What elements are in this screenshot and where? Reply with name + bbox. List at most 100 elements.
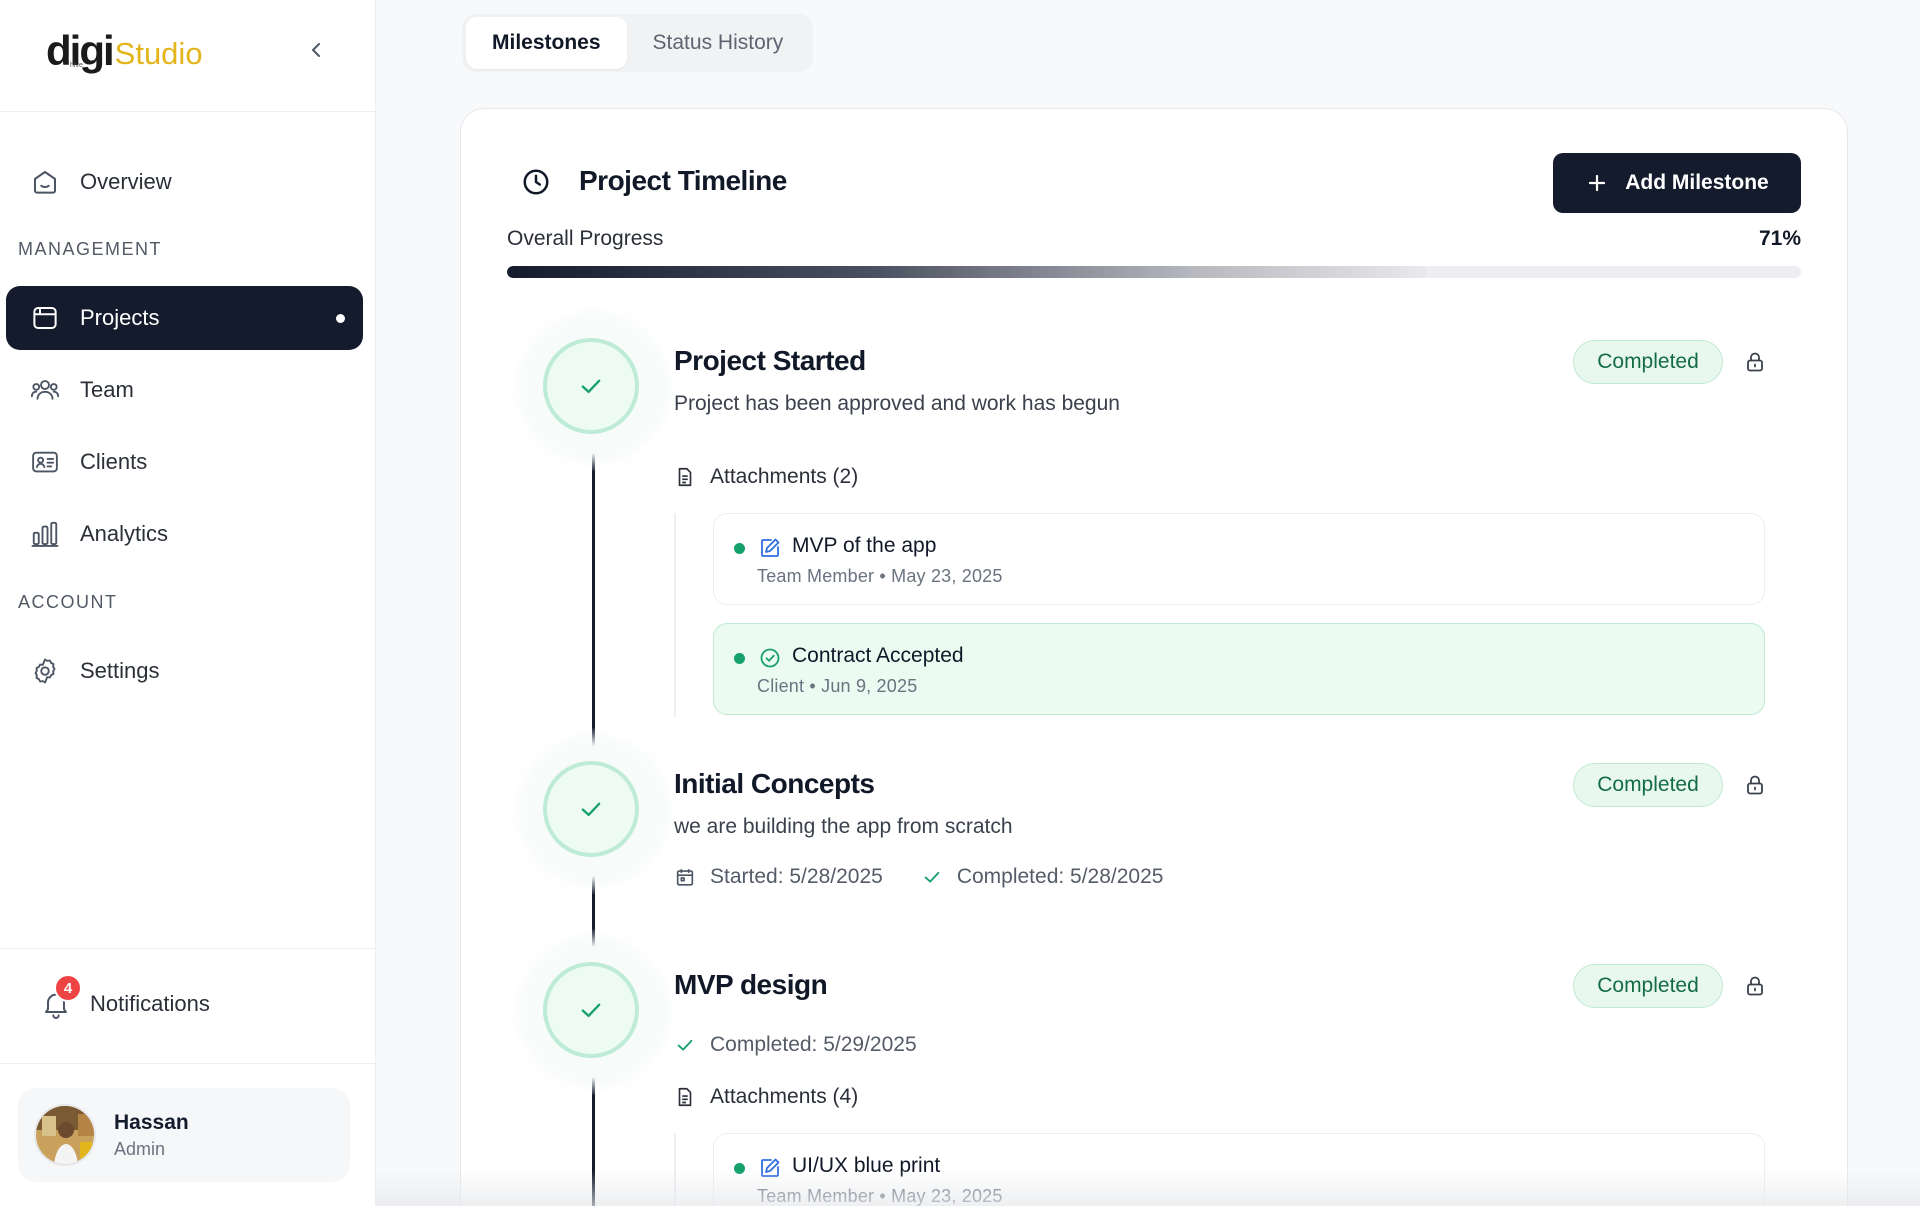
check-circle-icon — [758, 646, 782, 670]
active-indicator-dot — [336, 314, 345, 323]
section-management: MANAGEMENT — [18, 239, 163, 259]
attachment-status-dot — [734, 1163, 745, 1174]
sidebar-item-label: Projects — [80, 305, 160, 330]
attachments-label: Attachments (4) — [710, 1085, 859, 1108]
check-icon — [677, 1039, 693, 1051]
bar-chart-icon — [30, 519, 60, 549]
sidebar-item-overview[interactable]: Overview — [6, 150, 363, 214]
notification-count-badge: 4 — [54, 974, 82, 1002]
notifications-button[interactable]: 4 Notifications — [40, 974, 210, 1029]
milestone-dates: Completed: 5/29/2025 — [674, 1033, 917, 1057]
sidebar-item-label: Clients — [80, 449, 148, 474]
milestone-title: Project Started — [674, 345, 866, 376]
contact-card-icon — [30, 447, 60, 477]
milestone-title: Initial Concepts — [674, 768, 875, 799]
project-timeline-card: Project Timeline Add Milestone Overall P… — [460, 108, 1848, 1206]
attachment-item[interactable]: Contract Accepted Client • Jun 9, 2025 — [713, 623, 1765, 715]
started-date: Started: 5/28/2025 — [710, 865, 883, 888]
attachment-meta: Team Member • May 23, 2025 — [757, 566, 1003, 586]
attachment-item[interactable]: UI/UX blue print Team Member • May 23, 2… — [713, 1133, 1765, 1206]
milestone-status-circle — [543, 962, 639, 1058]
attachments-header[interactable]: Attachments (2) — [674, 465, 858, 489]
milestone-title: MVP design — [674, 969, 828, 1000]
sidebar-item-label: Overview — [80, 169, 172, 194]
sidebar-item-team[interactable]: Team — [6, 358, 363, 422]
milestone-status-circle — [543, 338, 639, 434]
attachment-status-dot — [734, 543, 745, 554]
users-icon — [30, 375, 60, 405]
clock-icon — [521, 167, 551, 197]
collapse-sidebar-button[interactable] — [304, 38, 328, 62]
edit-icon — [758, 536, 782, 560]
progress-bar-fill — [507, 266, 1426, 278]
user-profile-card[interactable]: Hassan Admin — [18, 1088, 350, 1182]
home-icon — [30, 167, 60, 197]
document-icon — [678, 467, 692, 487]
sidebar-item-analytics[interactable]: Analytics — [6, 502, 363, 566]
attachments-rail — [674, 1133, 676, 1206]
milestone-description: we are building the app from scratch — [674, 815, 1013, 838]
sidebar-item-label: Team — [80, 377, 134, 402]
page-title: Project Timeline — [579, 165, 787, 196]
check-icon — [581, 1003, 601, 1017]
attachment-title: UI/UX blue print — [792, 1154, 941, 1177]
user-role: Admin — [114, 1138, 166, 1159]
notifications-area: 4 Notifications — [0, 948, 376, 1064]
digistudio-logo[interactable]: digi Studio hive — [46, 30, 203, 72]
progress-value: 71% — [1758, 227, 1801, 250]
attachment-title: Contract Accepted — [792, 644, 964, 667]
sidebar-item-clients[interactable]: Clients — [6, 430, 363, 494]
tab-status-history[interactable]: Status History — [627, 17, 810, 69]
section-account: ACCOUNT — [18, 592, 118, 612]
sidebar-item-label: Settings — [80, 658, 160, 683]
status-badge: Completed — [1573, 964, 1723, 1008]
logo-sub-text: hive — [70, 62, 83, 69]
status-badge: Completed — [1573, 340, 1723, 384]
notifications-label: Notifications — [90, 991, 210, 1016]
attachment-item[interactable]: MVP of the app Team Member • May 23, 202… — [713, 513, 1765, 605]
attachments-header[interactable]: Attachments (4) — [674, 1085, 858, 1109]
sidebar: digi Studio hive Overview MANAGEMENT Pro… — [0, 0, 376, 1206]
lock-icon[interactable] — [1743, 773, 1767, 797]
attachment-title: MVP of the app — [792, 534, 937, 557]
milestone-dates: Started: 5/28/2025 Completed: 5/28/2025 — [674, 865, 1163, 889]
add-milestone-button[interactable]: Add Milestone — [1553, 153, 1801, 213]
chevron-left-icon — [312, 43, 320, 57]
edit-icon — [758, 1156, 782, 1180]
lock-icon[interactable] — [1743, 350, 1767, 374]
check-icon — [581, 379, 601, 393]
plus-icon — [1589, 174, 1606, 192]
bell-icon: 4 — [40, 974, 82, 1020]
lock-icon[interactable] — [1743, 974, 1767, 998]
status-badge: Completed — [1573, 763, 1723, 807]
attachment-meta: Team Member • May 23, 2025 — [757, 1186, 1003, 1206]
milestone-description: Project has been approved and work has b… — [674, 392, 1120, 415]
sidebar-item-settings[interactable]: Settings — [6, 639, 363, 703]
brand-header: digi Studio hive — [0, 0, 376, 112]
completed-date: Completed: 5/28/2025 — [956, 865, 1164, 888]
avatar — [34, 1104, 96, 1166]
calendar-icon — [676, 869, 694, 886]
attachments-label: Attachments (2) — [710, 465, 859, 488]
attachment-status-dot — [734, 653, 745, 664]
user-info: Hassan Admin — [114, 1111, 189, 1160]
milestone-tabs: Milestones Status History — [462, 14, 814, 72]
logo-accent-text: Studio — [114, 36, 203, 71]
user-name: Hassan — [114, 1110, 189, 1134]
tab-milestones[interactable]: Milestones — [466, 17, 627, 69]
add-milestone-label: Add Milestone — [1625, 171, 1769, 194]
document-icon — [678, 1087, 692, 1107]
check-icon — [924, 871, 940, 883]
attachment-meta: Client • Jun 9, 2025 — [757, 676, 918, 696]
progress-label: Overall Progress — [507, 227, 664, 250]
folder-icon — [30, 303, 60, 333]
completed-date: Completed: 5/29/2025 — [710, 1033, 917, 1056]
sidebar-item-projects[interactable]: Projects — [6, 286, 363, 350]
progress-bar — [507, 266, 1801, 278]
attachments-rail — [674, 513, 676, 717]
gear-icon — [30, 656, 60, 686]
card-header: Project Timeline Add Milestone — [507, 153, 1801, 213]
sidebar-item-label: Analytics — [80, 521, 169, 546]
check-icon — [581, 802, 601, 816]
milestone-status-circle — [543, 761, 639, 857]
